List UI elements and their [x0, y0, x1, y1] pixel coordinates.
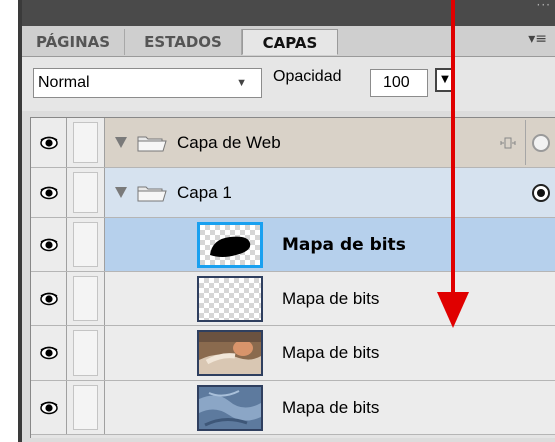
bitmap-thumbnail: [197, 275, 263, 322]
lock-toggle[interactable]: [67, 326, 105, 380]
tab-paginas[interactable]: PÁGINAS: [22, 29, 125, 55]
layer-row-bitmap[interactable]: Mapa de bits: [31, 381, 555, 435]
layer-content: Mapa de bits: [105, 218, 555, 271]
grip-icon: ···: [536, 0, 551, 12]
folder-icon: [137, 134, 167, 156]
blend-mode-value: Normal: [38, 74, 90, 91]
eye-icon[interactable]: [31, 272, 67, 325]
layer-name: Mapa de bits: [282, 234, 406, 255]
layer-content: Mapa de bits: [105, 272, 555, 325]
bitmap-thumbnail: [197, 221, 263, 268]
layer-row-web[interactable]: Capa de Web: [31, 118, 555, 168]
expand-triangle-icon[interactable]: [115, 186, 127, 198]
tab-bar: PÁGINAS ESTADOS CAPAS ▾≡: [22, 26, 555, 57]
annotation-arrow-line: [451, 0, 455, 296]
eye-icon[interactable]: [31, 218, 67, 271]
layer-row-bitmap-selected[interactable]: Mapa de bits: [31, 218, 555, 272]
layer-name: Mapa de bits: [282, 288, 380, 308]
panel-titlebar: ···: [22, 0, 555, 26]
lock-toggle[interactable]: [67, 218, 105, 271]
blend-mode-select[interactable]: Normal ▼: [33, 68, 262, 98]
opacity-label: Opacidad: [273, 68, 342, 85]
panel-menu-icon[interactable]: ▾≡: [528, 31, 547, 47]
layer-content: Mapa de bits: [105, 326, 555, 380]
eye-icon[interactable]: [31, 168, 67, 217]
layers-panel: ··· PÁGINAS ESTADOS CAPAS ▾≡ Normal ▼ Op…: [18, 0, 555, 442]
expand-triangle-icon[interactable]: [115, 136, 127, 148]
eye-icon[interactable]: [31, 118, 67, 167]
web-layer-icon: [500, 135, 516, 155]
layer-radio[interactable]: [532, 133, 550, 152]
annotation-arrow-head: [437, 292, 469, 328]
separator: [525, 120, 526, 165]
layer-name: Capa de Web: [177, 132, 281, 152]
layer-content: Capa de Web: [105, 118, 555, 167]
layer-content: Mapa de bits: [105, 381, 555, 434]
tab-capas[interactable]: CAPAS: [242, 29, 338, 55]
current-layer-radio[interactable]: [532, 183, 550, 202]
layer-row-bitmap[interactable]: Mapa de bits: [31, 326, 555, 381]
eye-icon[interactable]: [31, 381, 67, 434]
eye-icon[interactable]: [31, 326, 67, 380]
layer-content: Capa 1: [105, 168, 555, 217]
layer-row-bitmap[interactable]: Mapa de bits: [31, 272, 555, 326]
opacity-input[interactable]: 100: [370, 69, 428, 97]
bitmap-thumbnail: [197, 330, 263, 376]
bitmap-thumbnail: [197, 384, 263, 431]
layer-name: Mapa de bits: [282, 397, 380, 417]
lock-toggle[interactable]: [67, 118, 105, 167]
layer-row-capa1[interactable]: Capa 1: [31, 168, 555, 218]
layer-name: Mapa de bits: [282, 343, 380, 362]
lock-toggle[interactable]: [67, 381, 105, 434]
lock-toggle[interactable]: [67, 168, 105, 217]
lock-toggle[interactable]: [67, 272, 105, 325]
chevron-down-icon: ▼: [236, 77, 247, 89]
layer-name: Capa 1: [177, 182, 232, 202]
layers-list: Capa de Web Capa 1 Mapa de bits Mapa de …: [30, 117, 555, 438]
folder-icon: [137, 184, 167, 206]
layer-controls: Normal ▼ Opacidad 100 ▼: [22, 57, 555, 111]
tab-estados[interactable]: ESTADOS: [125, 29, 242, 55]
